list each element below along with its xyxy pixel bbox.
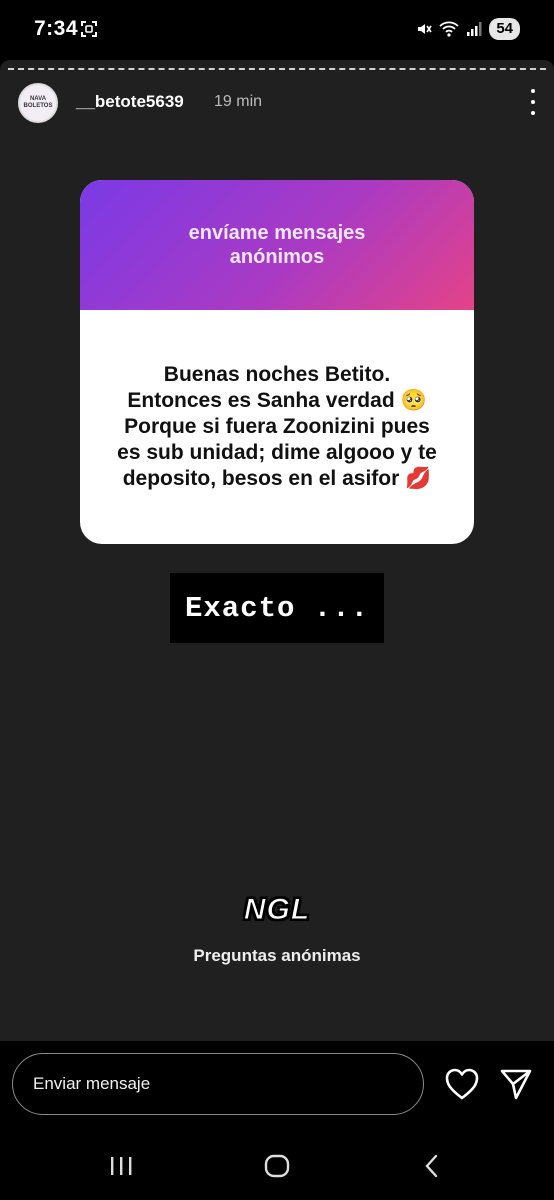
wifi-icon — [439, 21, 459, 37]
battery-level: 54 — [489, 18, 520, 40]
avatar[interactable]: NAVA BOLETOS — [18, 83, 58, 123]
question-card-header: envíame mensajes anónimos — [80, 180, 474, 310]
send-icon[interactable] — [498, 1067, 534, 1101]
question-message: Buenas noches Betito. Entonces es Sanha … — [117, 363, 437, 490]
recents-icon[interactable] — [108, 1153, 134, 1179]
system-navigation-bar — [0, 1131, 554, 1200]
story-username[interactable]: __betote5639 — [76, 92, 184, 112]
status-icons: 54 — [415, 18, 520, 40]
ngl-tagline[interactable]: Preguntas anónimas — [0, 946, 554, 966]
reply-bar — [0, 1041, 554, 1131]
mute-icon — [418, 24, 432, 34]
story-text: Exacto ... — [184, 591, 370, 625]
more-vertical-icon[interactable] — [528, 89, 538, 115]
story-progress-bar — [8, 68, 546, 72]
screenshot-icon — [81, 21, 97, 37]
story-timestamp: 19 min — [214, 93, 263, 110]
status-time: 7:34 — [34, 17, 79, 40]
signal-icon — [467, 22, 482, 36]
instagram-story-screen: 7:34 54 NAVA BOLETOS __betote5639 19 min… — [0, 0, 554, 1200]
story-header: NAVA BOLETOS __betote5639 19 min — [18, 83, 538, 123]
question-card-body: Buenas noches Betito. Entonces es Sanha … — [80, 310, 474, 544]
avatar-logo-text: NAVA BOLETOS — [23, 96, 53, 109]
message-input[interactable] — [12, 1053, 424, 1115]
status-bar: 7:34 54 — [0, 0, 554, 60]
question-card: envíame mensajes anónimos Buenas noches … — [80, 180, 474, 544]
heart-icon[interactable] — [444, 1067, 480, 1101]
back-icon[interactable] — [420, 1153, 446, 1179]
home-icon[interactable] — [264, 1153, 290, 1179]
question-card-title: envíame mensajes anónimos — [188, 222, 366, 268]
story-content[interactable]: NAVA BOLETOS __betote5639 19 min envíame… — [0, 60, 554, 1041]
story-text-label: Exacto ... — [170, 573, 384, 643]
ngl-logo[interactable]: NGL — [0, 893, 554, 927]
